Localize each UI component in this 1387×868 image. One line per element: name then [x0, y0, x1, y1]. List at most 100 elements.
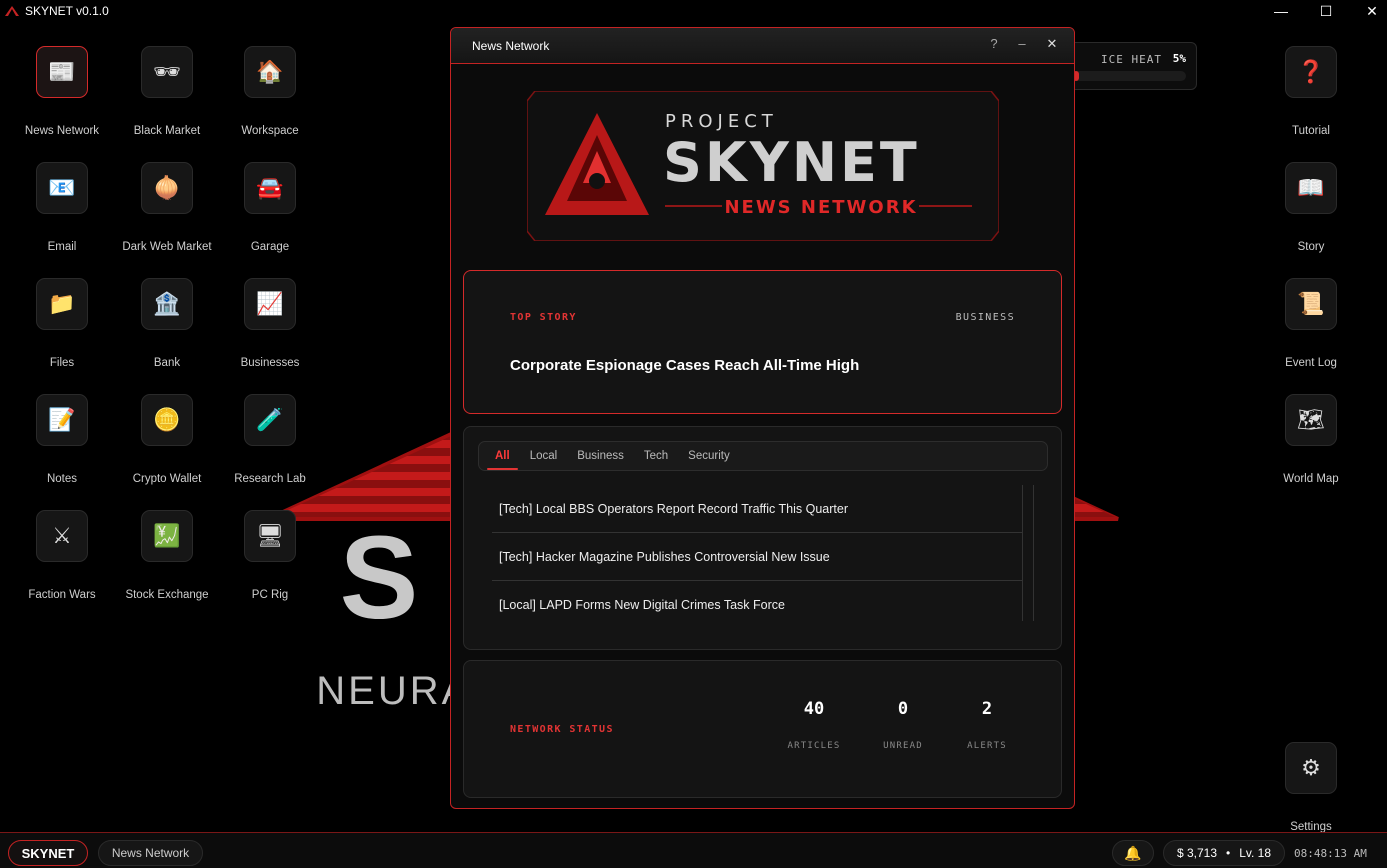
mask-icon: 🕶	[153, 59, 181, 84]
newspaper-icon: 📰	[48, 59, 76, 84]
question-icon: ❓	[1297, 59, 1325, 84]
gear-icon: ⚙	[1301, 755, 1321, 780]
house-icon: 🏠	[256, 59, 284, 84]
desktop-icon-files[interactable]: 📁 Files	[10, 278, 114, 369]
stat-articles-label: ARTICLES	[787, 741, 841, 751]
stat-articles: 40 ARTICLES	[774, 661, 854, 751]
ice-heat-widget: ICE HEAT 5%	[1060, 42, 1197, 90]
tab-security[interactable]: Security	[678, 441, 740, 471]
swords-icon: ⚔	[52, 523, 72, 548]
news-list-item[interactable]: [Tech] Hacker Magazine Publishes Controv…	[492, 533, 1022, 581]
desktop-icon-stock-exchange[interactable]: 💹 Stock Exchange	[115, 510, 219, 601]
notifications-button[interactable]: 🔔	[1112, 840, 1154, 866]
minimize-button[interactable]: –	[1012, 36, 1032, 51]
desktop-icon-event-log[interactable]: 📜 Event Log	[1259, 278, 1363, 369]
coin-icon: 🪙	[153, 407, 181, 432]
top-story-card[interactable]: TOP STORY BUSINESS Corporate Espionage C…	[463, 270, 1062, 414]
email-icon: 📧	[48, 175, 76, 200]
banner-project-text: PROJECT	[665, 111, 778, 132]
network-status-card: NETWORK STATUS 40 ARTICLES 0 UNREAD 2 AL…	[463, 660, 1062, 798]
desktop-icon-email[interactable]: 📧 Email	[10, 162, 114, 253]
tab-all[interactable]: All	[485, 441, 520, 471]
news-network-window: News Network ? – ✕ PROJECT SKYNET NEWS N…	[450, 27, 1075, 809]
close-window-button[interactable]: ✕	[1349, 0, 1387, 22]
tab-tech[interactable]: Tech	[634, 441, 678, 471]
level-value: Lv. 18	[1239, 846, 1272, 860]
title-bar: SKYNET v0.1.0 — ☐ ✕	[0, 0, 1387, 22]
top-story-kicker: TOP STORY	[510, 312, 577, 323]
news-list: [Tech] Local BBS Operators Report Record…	[492, 485, 1022, 629]
stat-unread-label: UNREAD	[883, 741, 923, 751]
tab-local[interactable]: Local	[520, 441, 568, 471]
desktop-icon-story[interactable]: 📖 Story	[1259, 162, 1363, 253]
desktop-icon-workspace[interactable]: 🏠 Workspace	[218, 46, 322, 137]
desktop-icon-label: PC Rig	[251, 589, 289, 601]
bank-icon: 🏦	[153, 291, 181, 316]
desktop-icon-label: Garage	[250, 241, 290, 253]
desktop-icon-businesses[interactable]: 📈 Businesses	[218, 278, 322, 369]
window-title: News Network	[472, 38, 550, 53]
stock-icon: 💹	[153, 523, 181, 548]
money-value: $ 3,713	[1176, 846, 1218, 860]
news-list-item[interactable]: [Local] LAPD Forms New Digital Crimes Ta…	[492, 581, 1022, 629]
desktop-icon-label: Story	[1297, 241, 1325, 253]
desktop-icon-tutorial[interactable]: ❓ Tutorial	[1259, 46, 1363, 137]
desktop-icon-label: Faction Wars	[28, 589, 96, 601]
desktop-icon-label: Event Log	[1285, 357, 1337, 369]
desktop-icon-black-market[interactable]: 🕶 Black Market	[115, 46, 219, 137]
desktop-icon-label: Black Market	[133, 125, 201, 137]
help-button[interactable]: ?	[984, 36, 1004, 51]
desktop-icon-crypto-wallet[interactable]: 🪙 Crypto Wallet	[115, 394, 219, 485]
desktop-icon-faction-wars[interactable]: ⚔ Faction Wars	[10, 510, 114, 601]
news-list-item[interactable]: [Tech] Local BBS Operators Report Record…	[492, 485, 1022, 533]
start-button[interactable]: SKYNET	[8, 840, 88, 866]
desktop-icon-pc-rig[interactable]: 🖥 PC Rig	[218, 510, 322, 601]
scroll-icon: 📜	[1297, 291, 1325, 316]
desktop-icon-news-network[interactable]: 📰 News Network	[10, 46, 114, 137]
stat-alerts-label: ALERTS	[967, 741, 1007, 751]
desktop-icon-garage[interactable]: 🚘 Garage	[218, 162, 322, 253]
close-button[interactable]: ✕	[1042, 36, 1062, 52]
ice-heat-bar	[1073, 71, 1186, 81]
category-tabs: All Local Business Tech Security	[478, 441, 1048, 471]
money-level-display[interactable]: $ 3,713 • Lv. 18	[1163, 840, 1285, 866]
app-title: SKYNET v0.1.0	[25, 4, 109, 18]
bell-icon: 🔔	[1124, 844, 1142, 861]
car-icon: 🚘	[256, 175, 284, 200]
taskbar: SKYNET News Network 🔔 $ 3,713 • Lv. 18 0…	[0, 832, 1387, 868]
minimize-window-button[interactable]: —	[1258, 0, 1304, 22]
window-header[interactable]: News Network ? – ✕	[451, 28, 1074, 64]
ice-heat-label: ICE HEAT	[1101, 53, 1162, 66]
news-list-card: All Local Business Tech Security [Tech] Loca…	[463, 426, 1062, 650]
desktop-icon-world-map[interactable]: 🗺 World Map	[1259, 394, 1363, 485]
folder-icon: 📁	[48, 291, 76, 316]
desktop-icon-label: Businesses	[240, 357, 300, 369]
onion-icon: 🧅	[153, 175, 181, 200]
taskbar-item-news-network[interactable]: News Network	[98, 840, 203, 866]
top-story-category: BUSINESS	[955, 312, 1015, 323]
desktop-icon-label: Crypto Wallet	[132, 473, 202, 485]
desktop-icon-bank[interactable]: 🏦 Bank	[115, 278, 219, 369]
desktop-icon-dark-web-market[interactable]: 🧅 Dark Web Market	[115, 162, 219, 253]
banner-news-network-text: NEWS NETWORK	[724, 197, 917, 218]
map-icon: 🗺	[1297, 407, 1325, 432]
desktop-icon-label: Notes	[46, 473, 78, 485]
maximize-window-button[interactable]: ☐	[1303, 0, 1349, 22]
desktop-icon-settings[interactable]: ⚙ Settings	[1259, 742, 1363, 833]
desktop-icon-label: Workspace	[241, 125, 299, 137]
notes-icon: 📝	[48, 407, 76, 432]
stat-alerts: 2 ALERTS	[947, 661, 1027, 751]
app-logo-icon	[5, 6, 19, 16]
desktop-icon-label: World Map	[1283, 473, 1339, 485]
banner-skynet-text: SKYNET	[663, 131, 920, 194]
desktop-icon-research-lab[interactable]: 🧪 Research Lab	[218, 394, 322, 485]
top-story-headline[interactable]: Corporate Espionage Cases Reach All-Time…	[510, 357, 859, 374]
news-network-banner: PROJECT SKYNET NEWS NETWORK	[527, 91, 999, 241]
stat-articles-value: 40	[803, 699, 825, 719]
news-list-scrollbar[interactable]	[1022, 485, 1034, 621]
tab-business[interactable]: Business	[567, 441, 634, 471]
desktop-icon-notes[interactable]: 📝 Notes	[10, 394, 114, 485]
network-status-label: NETWORK STATUS	[510, 724, 614, 735]
ice-heat-value: 5%	[1172, 52, 1186, 65]
desktop-icon-label: Dark Web Market	[122, 241, 212, 253]
